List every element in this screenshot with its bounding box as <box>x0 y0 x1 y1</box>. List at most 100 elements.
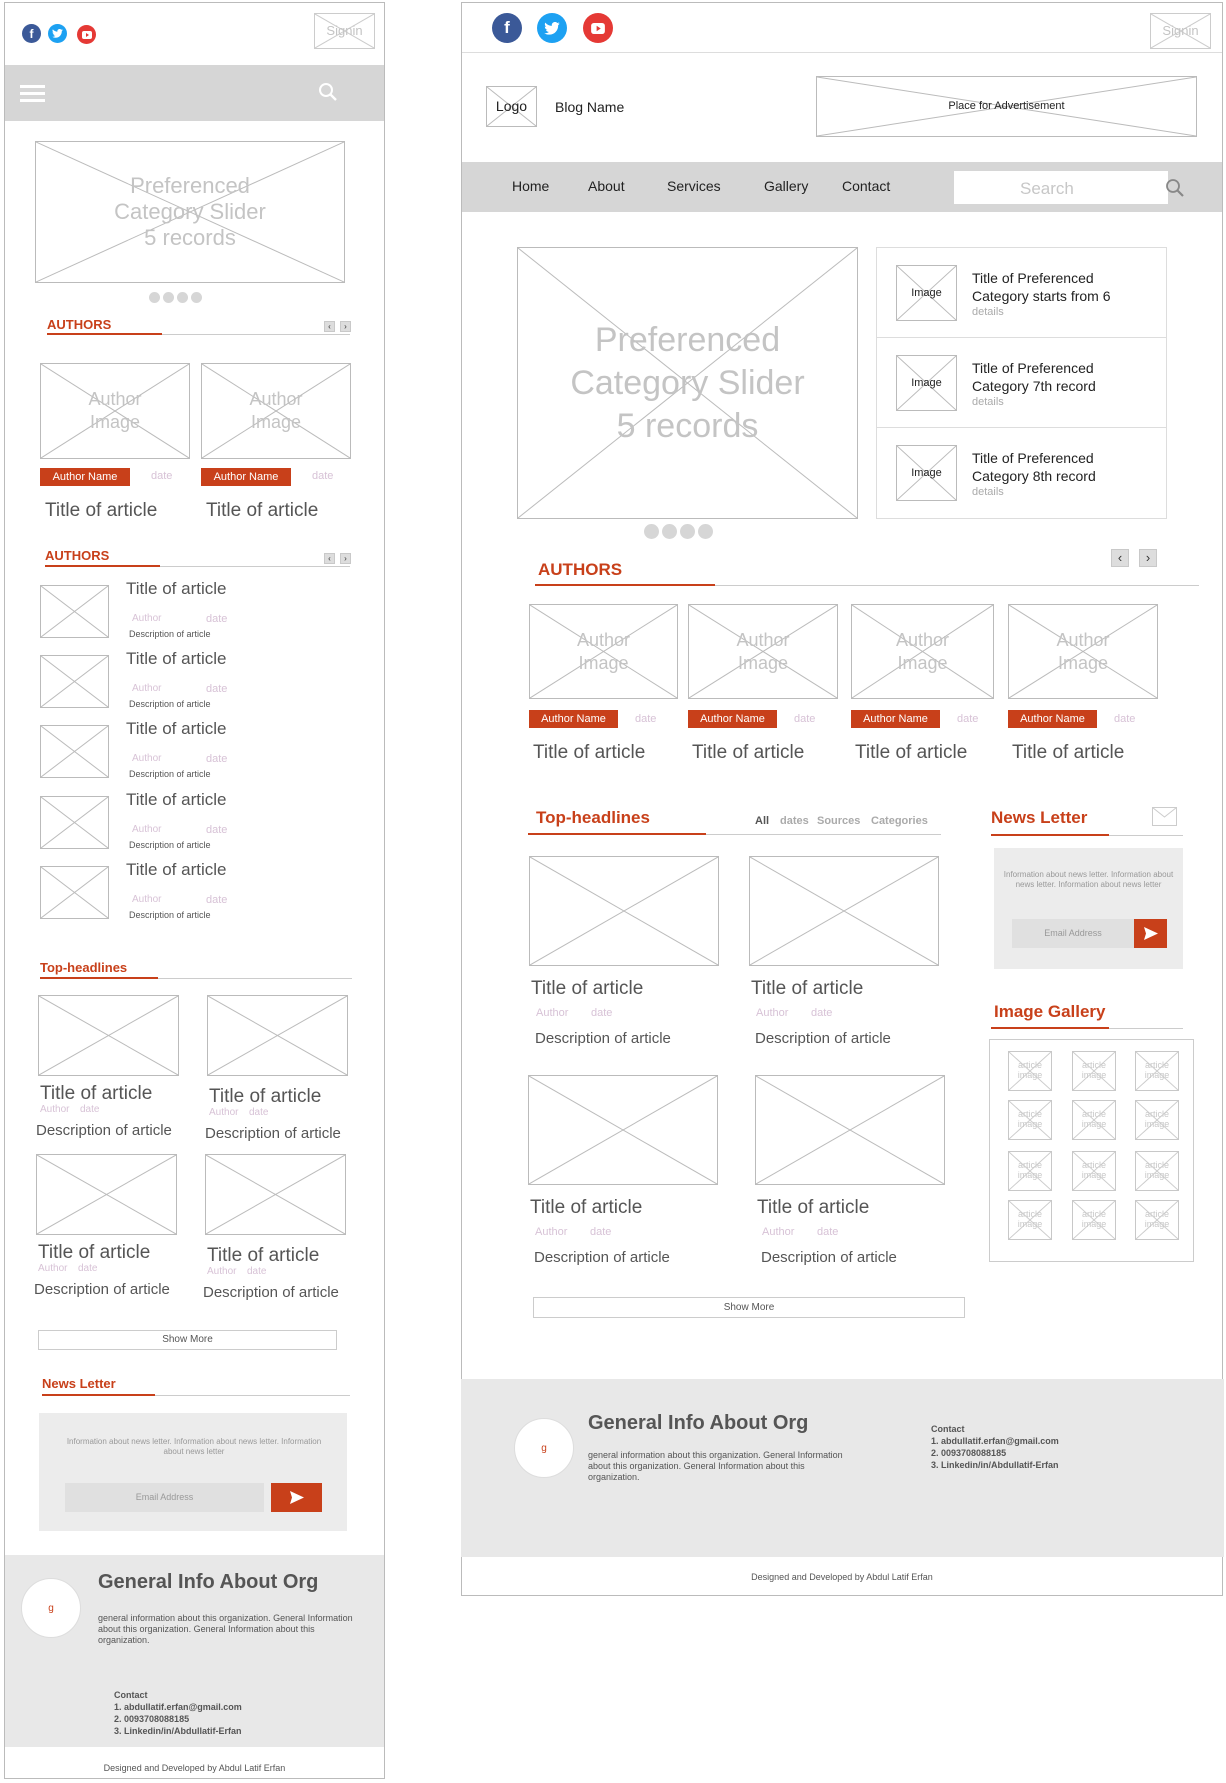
headline-image[interactable] <box>205 1154 346 1235</box>
newsletter-email-input[interactable]: Email Address <box>1012 919 1134 948</box>
gallery-item[interactable]: article image <box>1072 1151 1116 1191</box>
author-article-title[interactable]: Title of article <box>692 742 804 764</box>
newsletter-email-input[interactable]: Email Address <box>65 1483 264 1512</box>
gallery-item[interactable]: article image <box>1072 1200 1116 1240</box>
gallery-item[interactable]: article image <box>1072 1100 1116 1140</box>
author-name-badge[interactable]: Author Name <box>201 468 291 486</box>
signin-button[interactable]: Signin <box>314 13 375 49</box>
authors-prev-button[interactable]: ‹ <box>324 321 335 332</box>
gallery-item[interactable]: article image <box>1008 1200 1052 1240</box>
gallery-item[interactable]: article image <box>1135 1151 1179 1191</box>
list-item-image[interactable] <box>40 585 109 638</box>
headline-title[interactable]: Title of article <box>531 978 643 1000</box>
headline-tab[interactable]: dates <box>780 815 809 827</box>
logo-placeholder[interactable]: Logo <box>486 86 537 127</box>
newsletter-send-button[interactable] <box>271 1483 322 1512</box>
list-item-title[interactable]: Title of article <box>126 719 226 739</box>
headline-title[interactable]: Title of article <box>530 1197 642 1219</box>
author-card[interactable]: Author Image <box>201 363 351 459</box>
author-card[interactable]: Author Image <box>1008 604 1158 699</box>
hamburger-menu-icon[interactable] <box>20 85 45 102</box>
author-article-title[interactable]: Title of article <box>206 500 318 522</box>
side-article[interactable]: Image Title of Preferenced Category 8th … <box>877 428 1166 518</box>
advertisement-placeholder[interactable]: Place for Advertisement <box>816 76 1197 137</box>
youtube-icon[interactable] <box>77 25 96 44</box>
author-article-title[interactable]: Title of article <box>855 742 967 764</box>
author-name-badge[interactable]: Author Name <box>1008 710 1097 728</box>
author-card[interactable]: Author Image <box>688 604 838 699</box>
author-card[interactable]: Author Image <box>40 363 190 459</box>
gallery-item[interactable]: article image <box>1135 1100 1179 1140</box>
search-input[interactable]: Search <box>954 171 1184 204</box>
gallery-item[interactable]: article image <box>1008 1051 1052 1091</box>
gallery-item[interactable]: article image <box>1008 1100 1052 1140</box>
list-item-image[interactable] <box>40 725 109 778</box>
headline-image[interactable] <box>36 1154 177 1235</box>
author-card[interactable]: Author Image <box>851 604 994 699</box>
mobile-show-more-button[interactable]: Show More <box>38 1330 337 1350</box>
author-name-badge[interactable]: Author Name <box>529 710 618 728</box>
author-card[interactable]: Author Image <box>529 604 678 699</box>
slider-dots[interactable] <box>644 524 718 544</box>
blog-name[interactable]: Blog Name <box>555 99 624 115</box>
headline-image[interactable] <box>528 1075 718 1185</box>
author-article-title[interactable]: Title of article <box>45 500 157 522</box>
headline-title[interactable]: Title of article <box>757 1197 869 1219</box>
side-article-title[interactable]: Title of Preferenced Category 7th record <box>972 359 1142 395</box>
desktop-show-more-button[interactable]: Show More <box>533 1297 965 1318</box>
slider-dots[interactable] <box>149 290 207 308</box>
facebook-icon[interactable]: f <box>492 13 522 43</box>
headline-image[interactable] <box>529 856 719 966</box>
author-name-badge[interactable]: Author Name <box>40 468 130 486</box>
headline-title[interactable]: Title of article <box>38 1242 150 1264</box>
headline-title[interactable]: Title of article <box>207 1245 319 1267</box>
nav-item[interactable]: Gallery <box>764 178 808 194</box>
facebook-icon[interactable]: f <box>22 24 41 43</box>
side-article[interactable]: Image Title of Preferenced Category 7th … <box>877 338 1166 428</box>
desktop-category-slider[interactable]: Preferenced Category Slider 5 records <box>517 247 858 519</box>
headline-title[interactable]: Title of article <box>40 1083 152 1105</box>
headline-image[interactable] <box>38 995 179 1076</box>
search-icon[interactable] <box>318 82 338 102</box>
authors-next-button[interactable]: › <box>340 321 351 332</box>
list-item-image[interactable] <box>40 796 109 849</box>
headline-image[interactable] <box>207 995 348 1076</box>
gallery-item[interactable]: article image <box>1072 1051 1116 1091</box>
authors-next-button[interactable]: › <box>1139 549 1157 567</box>
mobile-category-slider[interactable]: Preferenced Category Slider 5 records <box>35 141 345 283</box>
search-icon[interactable] <box>1165 178 1185 198</box>
nav-item[interactable]: Services <box>667 178 721 194</box>
newsletter-send-button[interactable] <box>1134 919 1167 948</box>
list-item-title[interactable]: Title of article <box>126 649 226 669</box>
list-item-title[interactable]: Title of article <box>126 579 226 599</box>
authors-list-next-button[interactable]: › <box>340 553 351 564</box>
side-article-title[interactable]: Title of Preferenced Category 8th record <box>972 449 1142 485</box>
headline-image[interactable] <box>755 1075 945 1185</box>
list-item-title[interactable]: Title of article <box>126 790 226 810</box>
authors-prev-button[interactable]: ‹ <box>1111 549 1129 567</box>
headline-title[interactable]: Title of article <box>209 1086 321 1108</box>
side-article-title[interactable]: Title of Preferenced Category starts fro… <box>972 269 1142 305</box>
nav-item[interactable]: Home <box>512 178 549 194</box>
author-article-title[interactable]: Title of article <box>1012 742 1124 764</box>
headline-tab[interactable]: Sources <box>817 815 860 827</box>
twitter-icon[interactable] <box>537 13 567 43</box>
nav-item[interactable]: About <box>588 178 625 194</box>
author-name-badge[interactable]: Author Name <box>688 710 777 728</box>
gallery-item[interactable]: article image <box>1135 1051 1179 1091</box>
list-item-image[interactable] <box>40 655 109 708</box>
gallery-item[interactable]: article image <box>1135 1200 1179 1240</box>
gallery-item[interactable]: article image <box>1008 1151 1052 1191</box>
headline-title[interactable]: Title of article <box>751 978 863 1000</box>
nav-item[interactable]: Contact <box>842 178 890 194</box>
signin-button[interactable]: Signin <box>1150 13 1211 49</box>
author-article-title[interactable]: Title of article <box>533 742 645 764</box>
youtube-icon[interactable] <box>583 13 613 43</box>
list-item-image[interactable] <box>40 866 109 919</box>
headline-tab[interactable]: All <box>755 815 769 827</box>
twitter-icon[interactable] <box>48 24 67 43</box>
headline-image[interactable] <box>749 856 939 966</box>
author-name-badge[interactable]: Author Name <box>851 710 940 728</box>
authors-list-prev-button[interactable]: ‹ <box>324 553 335 564</box>
list-item-title[interactable]: Title of article <box>126 860 226 880</box>
